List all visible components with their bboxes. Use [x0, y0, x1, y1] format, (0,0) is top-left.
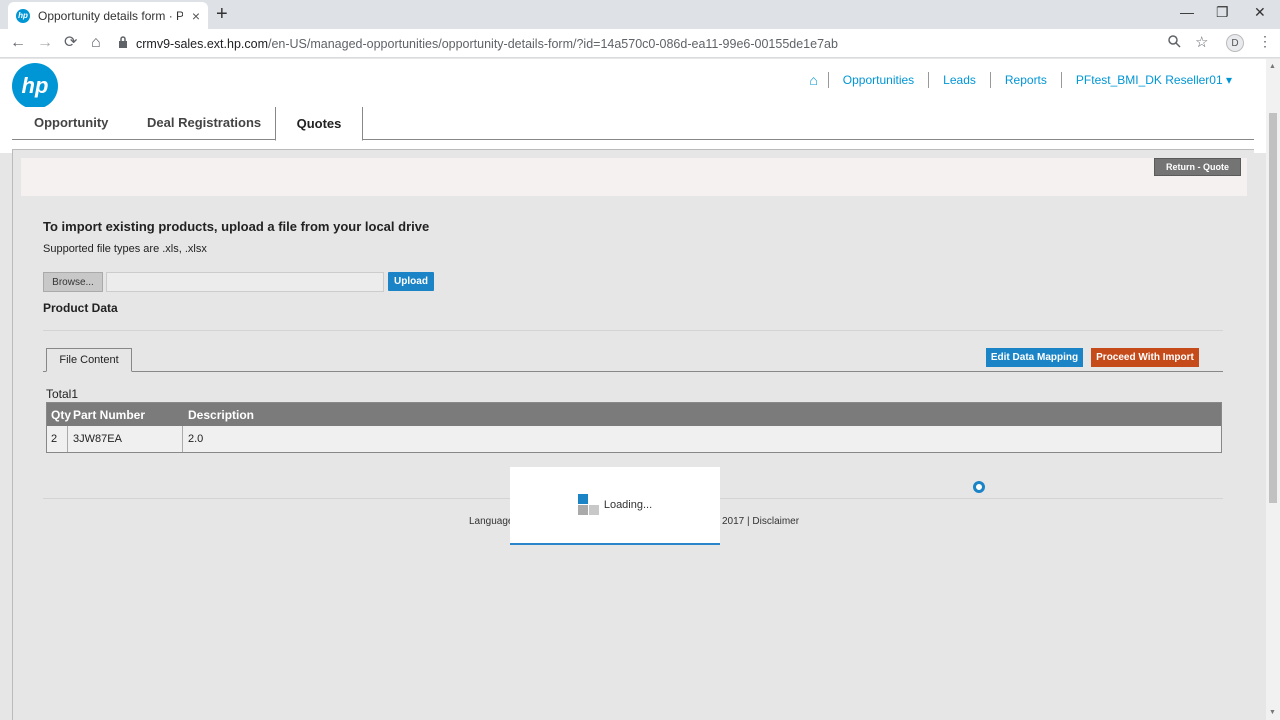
browser-tab[interactable]: hp Opportunity details form · Partne × — [8, 2, 208, 29]
cell-description: 2.0 — [188, 433, 204, 445]
table-row[interactable]: 2 3JW87EA 2.0 — [47, 426, 1221, 452]
import-panel: To import existing products, upload a fi… — [21, 198, 1247, 498]
product-table: Qty Part Number Description 2 3JW87EA 2.… — [46, 402, 1222, 453]
divider — [43, 330, 1223, 331]
import-title: To import existing products, upload a fi… — [43, 219, 430, 234]
nav-reports[interactable]: Reports — [989, 72, 1061, 88]
file-path-input[interactable] — [106, 272, 384, 292]
nav-leads[interactable]: Leads — [928, 72, 990, 88]
address-bar[interactable]: crmv9-sales.ext.hp.com/en-US/managed-opp… — [118, 32, 1218, 55]
tab-close-icon[interactable]: × — [192, 8, 200, 24]
page-scrollbar[interactable]: ▲ ▼ — [1266, 59, 1280, 720]
top-nav: ⌂ Opportunities Leads Reports PFtest_BMI… — [809, 72, 1246, 88]
upload-button[interactable]: Upload — [388, 272, 434, 291]
browser-menu-icon[interactable]: ⋮ — [1258, 33, 1272, 50]
loading-text: Loading... — [603, 499, 653, 511]
cell-qty: 2 — [47, 426, 68, 452]
cell-part-number: 3JW87EA — [68, 426, 183, 452]
tabs-divider — [12, 139, 1254, 140]
spinner-icon — [973, 481, 985, 493]
column-header-qty[interactable]: Qty — [47, 403, 71, 426]
tab-deal-registrations[interactable]: Deal Registrations — [147, 115, 261, 130]
page-header: hp ⌂ Opportunities Leads Reports PFtest_… — [0, 59, 1266, 109]
product-data-title: Product Data — [43, 301, 118, 315]
hp-favicon-icon: hp — [16, 8, 30, 23]
nav-opportunities[interactable]: Opportunities — [827, 72, 928, 88]
footer-language-link[interactable]: Language — [469, 516, 514, 527]
tab-file-content[interactable]: File Content — [46, 348, 132, 372]
lock-icon — [118, 36, 128, 51]
table-header: Qty Part Number Description — [47, 403, 1221, 426]
zoom-icon[interactable] — [1168, 35, 1181, 51]
scroll-thumb[interactable] — [1269, 113, 1277, 503]
close-window-icon[interactable]: ✕ — [1254, 4, 1266, 21]
edit-data-mapping-button[interactable]: Edit Data Mapping — [986, 348, 1083, 367]
home-icon[interactable]: ⌂ — [91, 33, 101, 53]
file-content-divider — [43, 371, 1223, 372]
browse-button[interactable]: Browse... — [43, 272, 103, 292]
tab-quotes[interactable]: Quotes — [275, 107, 363, 141]
column-header-part-number[interactable]: Part Number — [68, 403, 183, 426]
bookmark-star-icon[interactable]: ☆ — [1195, 33, 1208, 51]
loading-dialog: Loading... — [510, 467, 720, 545]
url-host: crmv9-sales.ext.hp.com — [136, 36, 268, 51]
browser-tabstrip: hp Opportunity details form · Partne × +… — [0, 0, 1280, 29]
forward-icon[interactable]: → — [37, 33, 53, 53]
import-subtitle: Supported file types are .xls, .xlsx — [43, 243, 207, 255]
reload-icon[interactable]: ⟳ — [64, 33, 77, 53]
main-content: Return - Quote To import existing produc… — [12, 149, 1254, 720]
return-bar: Return - Quote — [21, 158, 1247, 196]
back-icon[interactable]: ← — [10, 33, 26, 53]
home-nav-icon[interactable]: ⌂ — [809, 72, 827, 88]
tab-opportunity[interactable]: Opportunity — [34, 115, 108, 130]
user-menu[interactable]: PFtest_BMI_DK Reseller01 ▾ — [1060, 72, 1246, 88]
url-path: /en-US/managed-opportunities/opportunity… — [267, 36, 838, 51]
proceed-with-import-button[interactable]: Proceed With Import — [1091, 348, 1199, 367]
footer-disclaimer[interactable]: 2017 | Disclaimer — [722, 516, 799, 527]
total-label: Total1 — [46, 387, 79, 401]
scroll-down-icon[interactable]: ▼ — [1269, 709, 1276, 716]
form-tabs: Opportunity Deal Registrations Quotes — [0, 107, 1266, 153]
column-header-description[interactable]: Description — [183, 403, 254, 426]
tab-title: Opportunity details form · Partne — [38, 8, 183, 23]
return-quote-button[interactable]: Return - Quote — [1154, 158, 1241, 176]
loading-icon — [577, 494, 600, 516]
profile-avatar[interactable]: D — [1226, 34, 1244, 52]
maximize-icon[interactable]: ❐ — [1216, 4, 1229, 21]
new-tab-icon[interactable]: + — [216, 4, 228, 24]
hp-logo[interactable]: hp — [12, 63, 58, 109]
scroll-up-icon[interactable]: ▲ — [1269, 63, 1276, 70]
minimize-icon[interactable]: — — [1180, 4, 1194, 20]
browser-toolbar: ← → ⟳ ⌂ crmv9-sales.ext.hp.com/en-US/man… — [0, 29, 1280, 58]
